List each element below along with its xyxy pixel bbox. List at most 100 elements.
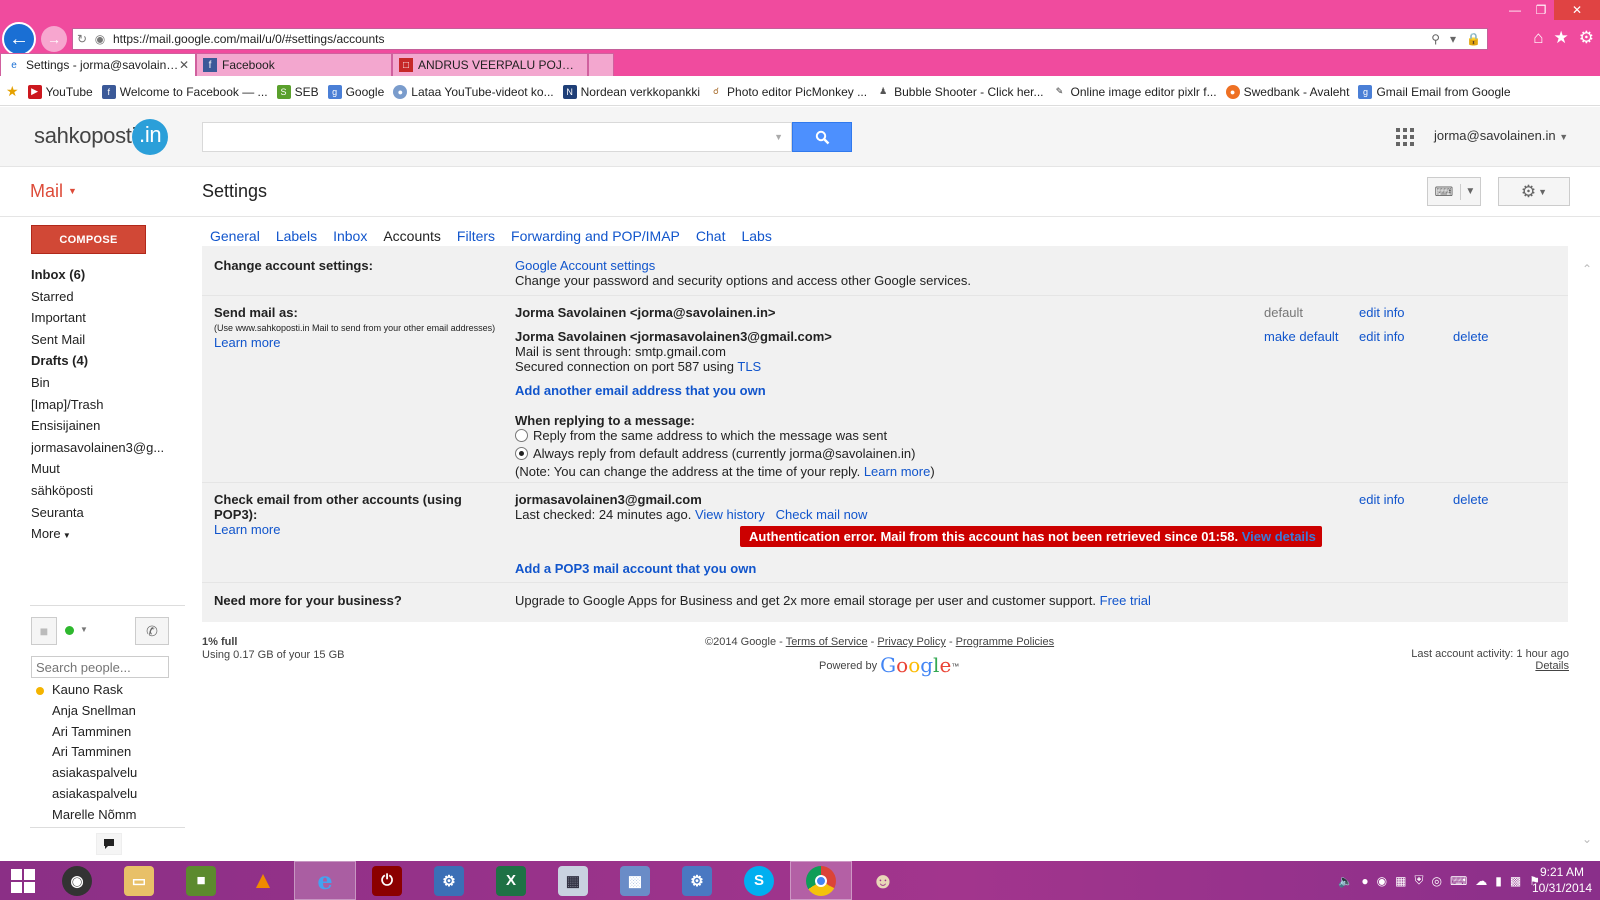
browser-tab-facebook[interactable]: f Facebook	[196, 53, 392, 76]
nav-item-sahkoposti[interactable]: sähköposti	[31, 480, 186, 502]
tray-app-icon[interactable]: ◎	[1431, 874, 1441, 888]
taskbar-app[interactable]: ◉	[46, 861, 108, 900]
favorite-pixlr[interactable]: ✎ Online image editor pixlr f...	[1053, 85, 1217, 99]
taskbar-app[interactable]: ▦	[542, 861, 604, 900]
gear-icon[interactable]: ⚙	[1579, 28, 1594, 48]
favorite-google[interactable]: g Google	[327, 84, 384, 99]
people-search-input[interactable]	[31, 656, 169, 678]
contact-item[interactable]: asiakaspalvelu	[31, 763, 186, 784]
tab-forwarding[interactable]: Forwarding and POP/IMAP	[503, 226, 688, 246]
nav-item-seuranta[interactable]: Seuranta	[31, 502, 186, 524]
apps-grid-icon[interactable]	[1396, 128, 1414, 146]
nav-item-inbox[interactable]: Inbox (6)	[31, 264, 186, 286]
refresh-icon[interactable]: ↻	[73, 32, 91, 46]
network-icon[interactable]: ▩	[1510, 874, 1521, 888]
terms-link[interactable]: Terms of Service	[786, 636, 868, 648]
add-email-address-link[interactable]: Add another email address that you own	[515, 383, 766, 398]
policies-link[interactable]: Programme Policies	[956, 636, 1054, 648]
search-options-icon[interactable]: ▼	[774, 132, 783, 142]
favorite-lataa[interactable]: ● Lataa YouTube-videot ko...	[393, 84, 554, 99]
add-pop3-account-link[interactable]: Add a POP3 mail account that you own	[515, 561, 756, 576]
reply-option-default-address[interactable]: Always reply from default address (curre…	[515, 446, 915, 461]
chevron-down-icon[interactable]: ▾	[1450, 32, 1456, 46]
scroll-up-icon[interactable]: ⌃	[1582, 262, 1592, 276]
nav-item-more[interactable]: More ▼	[31, 523, 186, 545]
taskbar-app-active[interactable]	[790, 861, 852, 900]
chevron-down-icon[interactable]: ▼	[80, 625, 88, 634]
search-button[interactable]	[792, 122, 852, 152]
tray-app-icon[interactable]: ●	[1361, 874, 1368, 888]
favorite-seb[interactable]: S SEB	[276, 84, 319, 99]
browser-tab-settings[interactable]: e Settings - jorma@savolaine... ✕	[0, 53, 196, 76]
avatar[interactable]: ■	[31, 617, 57, 645]
url-text[interactable]: https://mail.google.com/mail/u/0/#settin…	[109, 32, 1431, 46]
taskbar-app[interactable]: ▩	[604, 861, 666, 900]
search-input[interactable]: ▼	[202, 122, 792, 152]
nav-item-sent[interactable]: Sent Mail	[31, 329, 186, 351]
learn-more-link[interactable]: Learn more	[864, 464, 930, 479]
taskbar-app[interactable]: ▭	[108, 861, 170, 900]
shield-icon[interactable]: ⛨	[1414, 873, 1423, 888]
contact-item[interactable]: asiakaspalvelu	[31, 784, 186, 805]
taskbar-app[interactable]: S	[728, 861, 790, 900]
phone-icon[interactable]: ✆	[135, 617, 169, 645]
status-dot-icon[interactable]	[65, 626, 74, 635]
restore-icon[interactable]: ❐	[1528, 0, 1554, 20]
tab-accounts[interactable]: Accounts	[375, 226, 449, 246]
favorite-youtube[interactable]: ▶ YouTube	[27, 84, 93, 99]
favorite-nordea[interactable]: N Nordean verkkopankki	[562, 84, 700, 99]
address-bar[interactable]: ↻ ◉ https://mail.google.com/mail/u/0/#se…	[72, 28, 1488, 50]
favorite-bubble-shooter[interactable]: ♟ Bubble Shooter - Click her...	[876, 85, 1043, 99]
edit-info-link[interactable]: edit info	[1359, 492, 1405, 507]
free-trial-link[interactable]: Free trial	[1100, 593, 1151, 608]
nav-item-gmail-label[interactable]: jormasavolainen3@g...	[31, 437, 186, 459]
lock-icon[interactable]: 🔒	[1466, 32, 1481, 46]
account-menu[interactable]: jorma@savolainen.in ▼	[1434, 128, 1568, 143]
tab-labs[interactable]: Labs	[733, 226, 779, 246]
favorite-picmonkey[interactable]: ☌ Photo editor PicMonkey ...	[709, 85, 867, 99]
nav-item-ensisijainen[interactable]: Ensisijainen	[31, 415, 186, 437]
browser-tab-andrus[interactable]: □ ANDRUS VEERPALU POJA AVA...	[392, 53, 588, 76]
tray-app-icon[interactable]: ◉	[1377, 874, 1387, 888]
check-mail-now-link[interactable]: Check mail now	[776, 507, 868, 522]
close-icon[interactable]: ✕	[179, 58, 189, 72]
tray-app-icon[interactable]: ▦	[1395, 874, 1406, 888]
window-close-icon[interactable]: ✕	[1554, 0, 1600, 20]
learn-more-link[interactable]: Learn more	[214, 335, 280, 350]
search-icon[interactable]: ⚲	[1431, 32, 1440, 46]
forward-button[interactable]: →	[41, 26, 67, 52]
nav-item-imap-trash[interactable]: [Imap]/Trash	[31, 394, 186, 416]
taskbar-app[interactable]: ⚙	[418, 861, 480, 900]
contact-item[interactable]: Marelle Nõmm	[31, 805, 186, 826]
scrollbar[interactable]	[1578, 248, 1598, 846]
contact-item[interactable]: Kauno Rask	[31, 680, 186, 701]
learn-more-link[interactable]: Learn more	[214, 522, 280, 537]
tab-chat[interactable]: Chat	[688, 226, 734, 246]
nav-item-drafts[interactable]: Drafts (4)	[31, 350, 186, 372]
volume-icon[interactable]: 🔈	[1338, 874, 1353, 888]
taskbar-app[interactable]: ⏻	[356, 861, 418, 900]
contact-item[interactable]: Ari Tamminen	[31, 742, 186, 763]
delete-link[interactable]: delete	[1453, 492, 1488, 507]
reply-option-same-address[interactable]: Reply from the same address to which the…	[515, 428, 887, 443]
google-account-settings-link[interactable]: Google Account settings	[515, 258, 971, 273]
chevron-down-icon[interactable]: ▼	[1461, 186, 1480, 197]
favorites-star-icon[interactable]: ★	[6, 83, 19, 100]
nav-item-starred[interactable]: Starred	[31, 286, 186, 308]
taskbar-app[interactable]: X	[480, 861, 542, 900]
taskbar-app-active[interactable]: e	[294, 861, 356, 900]
cloud-icon[interactable]: ☁	[1475, 874, 1487, 888]
input-tools-button[interactable]: ⌨ ▼	[1427, 177, 1481, 206]
home-icon[interactable]: ⌂	[1533, 28, 1543, 48]
logo[interactable]: sahkoposti .in	[34, 119, 169, 155]
favorite-swedbank[interactable]: ● Swedbank - Avaleht	[1225, 84, 1349, 99]
minimize-icon[interactable]: —	[1502, 0, 1528, 20]
taskbar-app[interactable]: ☻	[852, 861, 914, 900]
favorite-gmail[interactable]: g Gmail Email from Google	[1358, 84, 1511, 99]
edit-info-link[interactable]: edit info	[1359, 305, 1405, 320]
scroll-down-icon[interactable]: ⌄	[1582, 832, 1592, 846]
taskbar-app[interactable]: ⚙	[666, 861, 728, 900]
tab-general[interactable]: General	[202, 226, 268, 246]
radio-button-selected[interactable]	[515, 447, 528, 460]
keyboard-icon[interactable]: ⌨	[1450, 874, 1467, 888]
